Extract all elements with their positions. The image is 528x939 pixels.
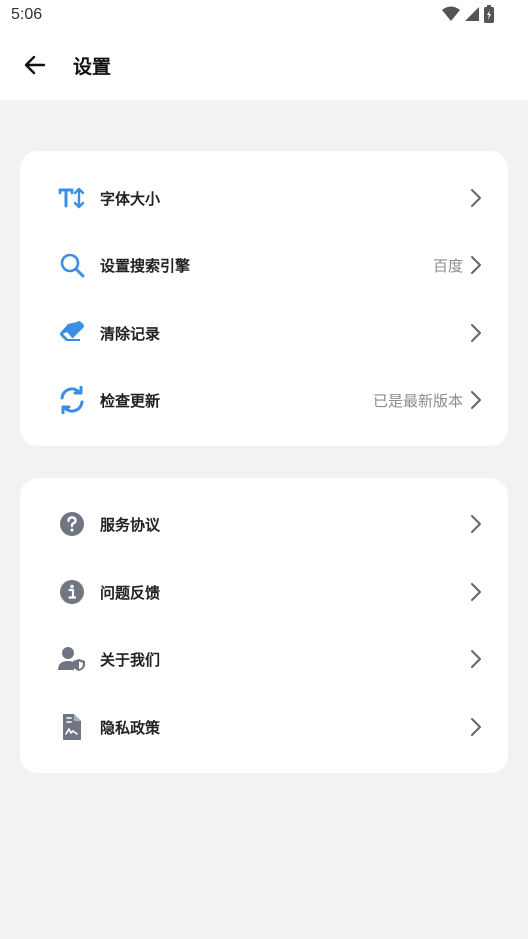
cell-signal-icon [465,7,479,21]
eraser-icon [58,319,86,347]
settings-item-value: 百度 [432,256,463,275]
settings-item-service-agreement[interactable]: 服务协议 [20,499,508,549]
back-button[interactable] [20,50,50,80]
settings-item-label: 问题反馈 [100,583,161,602]
settings-item-search-engine[interactable]: 设置搜索引擎 百度 [20,240,508,290]
settings-item-privacy-policy[interactable]: 隐私政策 [20,702,508,752]
status-time: 5:06 [11,6,43,23]
wifi-icon [442,6,460,21]
settings-item-check-update[interactable]: 检查更新 已是最新版本 [20,375,508,425]
status-icons [442,5,494,23]
settings-item-label: 设置搜索引擎 [100,256,191,275]
settings-item-feedback[interactable]: 问题反馈 [20,567,508,617]
chevron-right-icon [466,390,486,410]
chevron-right-icon [466,649,486,669]
chevron-right-icon [466,188,486,208]
chevron-right-icon [466,582,486,602]
settings-item-label: 隐私政策 [100,718,161,737]
settings-item-clear-history[interactable]: 清除记录 [20,308,508,358]
status-bar: 5:06 [0,0,528,32]
settings-item-label: 关于我们 [100,650,161,669]
chevron-right-icon [466,255,486,275]
info-circle-icon [58,578,86,606]
settings-group-general: 字体大小 设置搜索引擎 百度 清除记录 检查更新 已是最新版本 [20,151,508,446]
app-bar: 设置 [0,32,528,100]
settings-item-value: 已是最新版本 [372,391,463,410]
settings-item-font-size[interactable]: 字体大小 [20,173,508,223]
settings-item-about-us[interactable]: 关于我们 [20,634,508,684]
settings-item-label: 服务协议 [100,515,161,534]
document-icon [58,713,86,741]
chevron-right-icon [466,323,486,343]
refresh-icon [58,386,86,414]
question-circle-icon [58,510,86,538]
battery-icon [484,5,494,23]
arrow-left-icon [24,55,46,75]
chevron-right-icon [466,717,486,737]
settings-item-label: 检查更新 [100,391,161,410]
font-size-icon [58,184,86,212]
page-title: 设置 [73,56,112,78]
chevron-right-icon [466,514,486,534]
settings-item-label: 清除记录 [100,324,161,343]
settings-item-label: 字体大小 [100,189,161,208]
search-icon [58,251,86,279]
user-shield-icon [58,645,86,673]
settings-group-about: 服务协议 问题反馈 关于我们 隐私政策 [20,478,508,773]
